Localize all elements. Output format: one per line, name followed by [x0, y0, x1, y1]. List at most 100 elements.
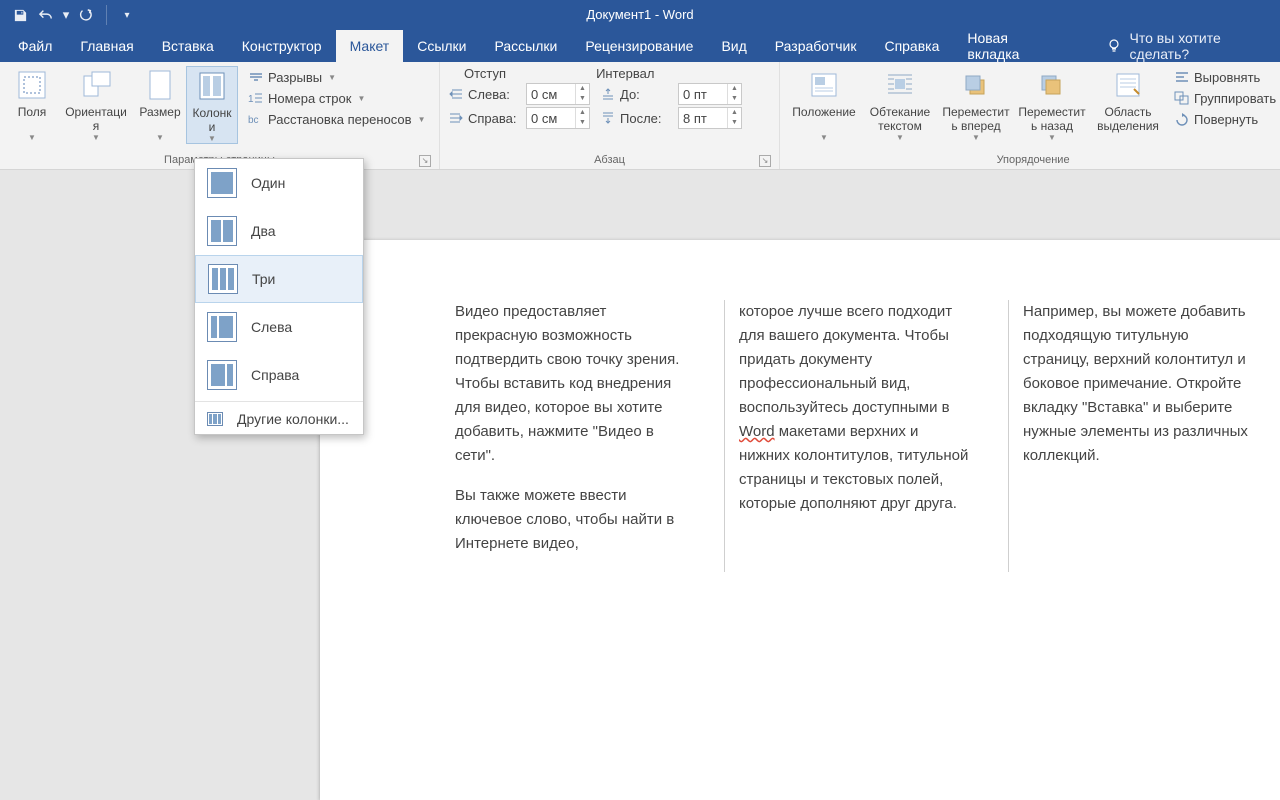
spinner-up[interactable]: ▲ [576, 84, 589, 94]
columns-three-icon [208, 264, 238, 294]
doc-col2-para1: которое лучше всего подходит для вашего … [739, 300, 970, 516]
indent-left-icon [448, 86, 464, 102]
tab-design[interactable]: Конструктор [228, 30, 336, 62]
space-after-spinner[interactable]: ▲▼ [678, 107, 742, 129]
tab-developer[interactable]: Разработчик [761, 30, 871, 62]
spinner-up[interactable]: ▲ [576, 108, 589, 118]
spinner-down[interactable]: ▼ [576, 118, 589, 128]
line-numbers-icon: 1 [248, 90, 264, 106]
tab-insert[interactable]: Вставка [148, 30, 228, 62]
bring-forward-icon [959, 68, 993, 102]
indent-left-spinner[interactable]: ▲▼ [526, 83, 590, 105]
tab-custom[interactable]: Новая вкладка [953, 30, 1075, 62]
window-title: Документ1 - Word [0, 7, 1280, 22]
spellcheck-squiggle: Word [739, 423, 775, 440]
spinner-down[interactable]: ▼ [728, 118, 741, 128]
tab-file[interactable]: Файл [4, 30, 66, 62]
columns-option-one[interactable]: Один [195, 159, 363, 207]
group-label-arrange: Упорядочение [786, 154, 1280, 169]
doc-col1-para2: Вы также можете ввести ключевое слово, ч… [455, 484, 686, 556]
redo-icon[interactable] [76, 5, 96, 25]
tab-references[interactable]: Ссылки [403, 30, 480, 62]
column-separator [724, 300, 725, 572]
group-objects-button[interactable]: Группировать [1170, 89, 1280, 107]
columns-button[interactable]: Колонки▼ [186, 66, 238, 144]
doc-col1-para1: Видео предоставляет прекрасную возможнос… [455, 300, 686, 468]
spinner-up[interactable]: ▲ [728, 84, 741, 94]
qat-customize-icon[interactable]: ▾ [117, 5, 137, 25]
paragraph-dialog-launcher[interactable]: ↘ [759, 155, 771, 167]
page-setup-dialog-launcher[interactable]: ↘ [419, 155, 431, 167]
send-backward-icon [1035, 68, 1069, 102]
tab-home[interactable]: Главная [66, 30, 147, 62]
size-icon [143, 68, 177, 102]
selection-pane-icon [1111, 68, 1145, 102]
columns-more-item[interactable]: Другие колонки... [195, 404, 363, 434]
breaks-button[interactable]: Разрывы▼ [244, 68, 429, 86]
document-surface: Видео предоставляет прекрасную возможнос… [0, 170, 1280, 724]
orientation-button[interactable]: Ориентация▼ [58, 66, 134, 142]
orientation-icon [79, 68, 113, 102]
group-paragraph: Отступ Интервал Слева: ▲▼ Справ [440, 62, 780, 169]
undo-more-caret-icon[interactable]: ▾ [62, 5, 70, 25]
space-before-spinner[interactable]: ▲▼ [678, 83, 742, 105]
position-button[interactable]: Положение▼ [786, 66, 862, 142]
selection-pane-button[interactable]: Область выделения [1090, 66, 1166, 133]
document-page[interactable]: Видео предоставляет прекрасную возможнос… [320, 240, 1280, 800]
columns-dropdown: Один Два Три Слева Справа Другие колонки… [194, 158, 364, 435]
spinner-up[interactable]: ▲ [728, 108, 741, 118]
group-icon [1174, 90, 1190, 106]
tab-mailings[interactable]: Рассылки [481, 30, 572, 62]
columns-left-icon [207, 312, 237, 342]
tab-layout[interactable]: Макет [336, 30, 404, 62]
columns-option-three[interactable]: Три [195, 255, 363, 303]
indent-right-input[interactable] [527, 108, 575, 128]
indent-left-label: Слева: [468, 87, 522, 102]
space-before-label: До: [620, 87, 674, 102]
columns-right-icon [207, 360, 237, 390]
group-label-paragraph: Абзац ↘ [446, 154, 773, 169]
indent-right-spinner[interactable]: ▲▼ [526, 107, 590, 129]
titlebar: ▾ ▾ Документ1 - Word [0, 0, 1280, 30]
indent-left-input[interactable] [527, 84, 575, 104]
wrap-text-icon [883, 68, 917, 102]
columns-option-left[interactable]: Слева [195, 303, 363, 351]
space-after-icon [600, 110, 616, 126]
rotate-button[interactable]: Повернуть [1170, 110, 1280, 128]
space-before-input[interactable] [679, 84, 727, 104]
line-numbers-button[interactable]: 1 Номера строк▼ [244, 89, 429, 107]
spinner-down[interactable]: ▼ [576, 94, 589, 104]
tab-review[interactable]: Рецензирование [571, 30, 707, 62]
wrap-text-button[interactable]: Обтекание текстом▼ [862, 66, 938, 142]
indent-right-label: Справа: [468, 111, 522, 126]
lightbulb-icon [1106, 38, 1122, 54]
space-before-icon [600, 86, 616, 102]
save-icon[interactable] [10, 5, 30, 25]
tab-view[interactable]: Вид [707, 30, 760, 62]
tell-me-placeholder: Что вы хотите сделать? [1130, 30, 1280, 62]
margins-button[interactable]: Поля▼ [6, 66, 58, 142]
spinner-down[interactable]: ▼ [728, 94, 741, 104]
align-button[interactable]: Выровнять [1170, 68, 1280, 86]
svg-text:bc: bc [248, 115, 259, 126]
document-columns: Видео предоставляет прекрасную возможнос… [455, 300, 1280, 572]
columns-option-right[interactable]: Справа [195, 351, 363, 399]
size-button[interactable]: Размер▼ [134, 66, 186, 142]
tell-me-search[interactable]: Что вы хотите сделать? [1106, 30, 1280, 62]
send-backward-button[interactable]: Переместить назад▼ [1014, 66, 1090, 142]
align-icon [1174, 69, 1190, 85]
group-page-setup: Поля▼ Ориентация▼ Размер▼ Колонки▼ [0, 62, 440, 169]
column-separator [1008, 300, 1009, 572]
tab-help[interactable]: Справка [870, 30, 953, 62]
ribbon-tabstrip: Файл Главная Вставка Конструктор Макет С… [0, 30, 1280, 62]
position-icon [807, 68, 841, 102]
columns-option-two[interactable]: Два [195, 207, 363, 255]
columns-two-icon [207, 216, 237, 246]
spacing-title: Интервал [596, 66, 654, 81]
bring-forward-button[interactable]: Переместить вперед▼ [938, 66, 1014, 142]
hyphenation-button[interactable]: bc Расстановка переносов▼ [244, 110, 429, 128]
columns-icon [195, 69, 229, 103]
space-after-input[interactable] [679, 108, 727, 128]
undo-icon[interactable] [36, 5, 56, 25]
indent-right-icon [448, 110, 464, 126]
